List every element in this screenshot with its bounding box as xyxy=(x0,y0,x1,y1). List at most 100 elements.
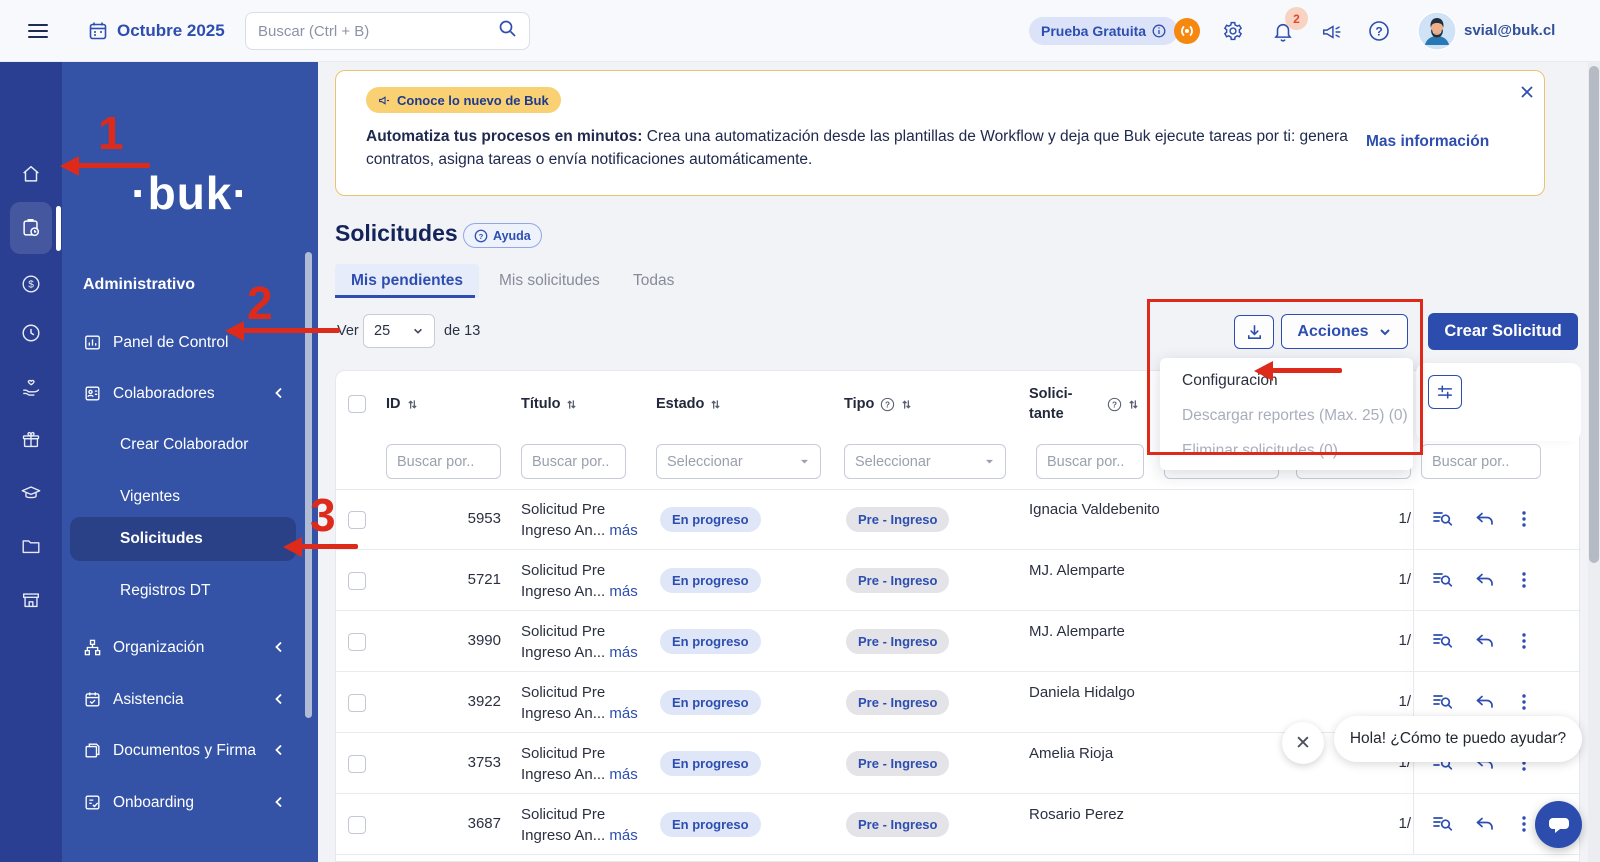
return-icon[interactable] xyxy=(1473,629,1497,653)
kebab-menu-icon[interactable] xyxy=(1512,629,1536,653)
folder-icon[interactable] xyxy=(20,535,42,557)
download-button[interactable] xyxy=(1234,315,1274,349)
benefits-hand-heart-icon[interactable] xyxy=(20,376,42,398)
chevron-down-icon xyxy=(1379,328,1390,335)
sidebar-item-onboarding[interactable]: Onboarding xyxy=(113,794,194,812)
table-row[interactable]: 3687 Solicitud Pre Ingreso An... más En … xyxy=(336,794,1581,855)
more-link[interactable]: más xyxy=(609,522,637,539)
chevron-left-icon[interactable] xyxy=(272,692,286,706)
search-icon[interactable] xyxy=(498,19,517,43)
menu-item-configuracion[interactable]: Configuración xyxy=(1182,372,1278,390)
column-header-id[interactable]: ID xyxy=(386,396,418,412)
assistant-icon[interactable] xyxy=(1174,18,1200,49)
help-badge[interactable]: ? Ayuda xyxy=(463,223,542,248)
sidebar-scrollbar[interactable] xyxy=(305,252,312,718)
table-row[interactable]: 5953 Solicitud Pre Ingreso An... más En … xyxy=(336,489,1581,550)
sidebar-item-panel-de-control[interactable]: Panel de Control xyxy=(113,334,228,352)
chevron-left-icon[interactable] xyxy=(272,640,286,654)
banner-close-icon[interactable] xyxy=(1518,83,1536,106)
avatar[interactable] xyxy=(1416,10,1458,56)
banner-more-info-link[interactable]: Mas información xyxy=(1366,133,1489,151)
kebab-menu-icon[interactable] xyxy=(1512,690,1536,714)
tab-mis-pendientes[interactable]: Mis pendientes xyxy=(335,264,479,297)
per-page-select[interactable]: 25 xyxy=(363,314,435,348)
chat-greeting-bubble[interactable]: Hola! ¿Cómo te puedo ayudar? xyxy=(1334,716,1582,762)
row-checkbox[interactable] xyxy=(348,755,366,773)
help-icon[interactable]: ? xyxy=(1368,20,1390,47)
create-request-button[interactable]: Crear Solicitud xyxy=(1428,313,1578,350)
column-header-estado[interactable]: Estado xyxy=(656,396,721,412)
return-icon[interactable] xyxy=(1473,812,1497,836)
return-icon[interactable] xyxy=(1473,507,1497,531)
tab-todas[interactable]: Todas xyxy=(617,264,690,297)
settings-gear-icon[interactable] xyxy=(1222,20,1244,47)
chevron-left-icon[interactable] xyxy=(272,743,286,757)
chat-dismiss-button[interactable]: ✕ xyxy=(1282,722,1324,764)
user-email[interactable]: svial@buk.cl xyxy=(1464,22,1555,39)
cell-solicitante: Amelia Rioja xyxy=(1029,745,1114,762)
return-icon[interactable] xyxy=(1473,568,1497,592)
filter-titulo-input[interactable] xyxy=(521,444,626,479)
chevron-left-icon[interactable] xyxy=(272,795,286,809)
search-input[interactable] xyxy=(258,22,498,40)
actions-button[interactable]: Acciones xyxy=(1281,314,1408,349)
view-details-icon[interactable] xyxy=(1431,690,1455,714)
sidebar-item-registros-dt[interactable]: Registros DT xyxy=(120,582,210,600)
tab-mis-solicitudes[interactable]: Mis solicitudes xyxy=(483,264,616,297)
sidebar-item-colaboradores[interactable]: Colaboradores xyxy=(113,385,215,403)
more-link[interactable]: más xyxy=(609,766,637,783)
row-checkbox[interactable] xyxy=(348,633,366,651)
filter-estado-select[interactable]: Seleccionar xyxy=(656,444,821,479)
view-details-icon[interactable] xyxy=(1431,568,1455,592)
company-kiosk-icon[interactable] xyxy=(20,589,42,611)
training-graduation-icon[interactable] xyxy=(20,482,42,504)
administrative-clipboard-icon[interactable] xyxy=(20,217,42,239)
view-details-icon[interactable] xyxy=(1431,812,1455,836)
kebab-menu-icon[interactable] xyxy=(1512,812,1536,836)
chat-launcher-button[interactable] xyxy=(1535,801,1582,848)
table-row[interactable]: 5721 Solicitud Pre Ingreso An... más En … xyxy=(336,550,1581,611)
column-header-tipo[interactable]: Tipo ? xyxy=(844,396,912,412)
row-checkbox[interactable] xyxy=(348,572,366,590)
sidebar-item-vigentes[interactable]: Vigentes xyxy=(120,488,180,506)
row-checkbox[interactable] xyxy=(348,511,366,529)
more-link[interactable]: más xyxy=(609,827,637,844)
view-details-icon[interactable] xyxy=(1431,507,1455,531)
more-link[interactable]: más xyxy=(609,583,637,600)
home-icon[interactable] xyxy=(20,163,42,185)
sidebar-item-organizacion[interactable]: Organización xyxy=(113,639,204,657)
column-settings-button[interactable] xyxy=(1428,375,1462,409)
megaphone-icon xyxy=(379,95,390,105)
sidebar-item-crear-colaborador[interactable]: Crear Colaborador xyxy=(120,436,248,454)
gift-icon[interactable] xyxy=(20,429,42,451)
period-selector[interactable]: Octubre 2025 xyxy=(117,21,225,41)
row-checkbox[interactable] xyxy=(348,694,366,712)
table-row[interactable]: 3990 Solicitud Pre Ingreso An... más En … xyxy=(336,611,1581,672)
hamburger-menu-icon[interactable] xyxy=(28,22,48,45)
calendar-icon[interactable] xyxy=(88,21,108,46)
column-header-titulo[interactable]: Título xyxy=(521,396,577,412)
filter-id-input[interactable] xyxy=(386,444,501,479)
row-checkbox[interactable] xyxy=(348,816,366,834)
global-search[interactable] xyxy=(245,12,530,50)
trial-badge[interactable]: Prueba Gratuita xyxy=(1029,17,1179,45)
return-icon[interactable] xyxy=(1473,690,1497,714)
filter-tipo-select[interactable]: Seleccionar xyxy=(844,444,1006,479)
more-link[interactable]: más xyxy=(609,644,637,661)
select-all-checkbox[interactable] xyxy=(348,395,366,413)
chevron-left-icon[interactable] xyxy=(272,386,286,400)
kebab-menu-icon[interactable] xyxy=(1512,568,1536,592)
kebab-menu-icon[interactable] xyxy=(1512,507,1536,531)
sidebar-item-solicitudes[interactable]: Solicitudes xyxy=(120,530,203,548)
filter-solicitante-input[interactable] xyxy=(1036,444,1144,479)
page-scrollbar-thumb[interactable] xyxy=(1589,66,1599,563)
announcements-megaphone-icon[interactable] xyxy=(1321,21,1343,48)
more-link[interactable]: más xyxy=(609,705,637,722)
column-header-solicitante[interactable]: Solici-tante ? xyxy=(1029,384,1139,424)
sidebar-item-asistencia[interactable]: Asistencia xyxy=(113,691,184,709)
time-clock-icon[interactable] xyxy=(20,322,42,344)
filter-progreso-input[interactable] xyxy=(1421,444,1541,479)
sidebar-item-documentos-y-firma[interactable]: Documentos y Firma xyxy=(113,742,256,760)
remuneration-dollar-icon[interactable]: $ xyxy=(20,273,42,295)
view-details-icon[interactable] xyxy=(1431,629,1455,653)
